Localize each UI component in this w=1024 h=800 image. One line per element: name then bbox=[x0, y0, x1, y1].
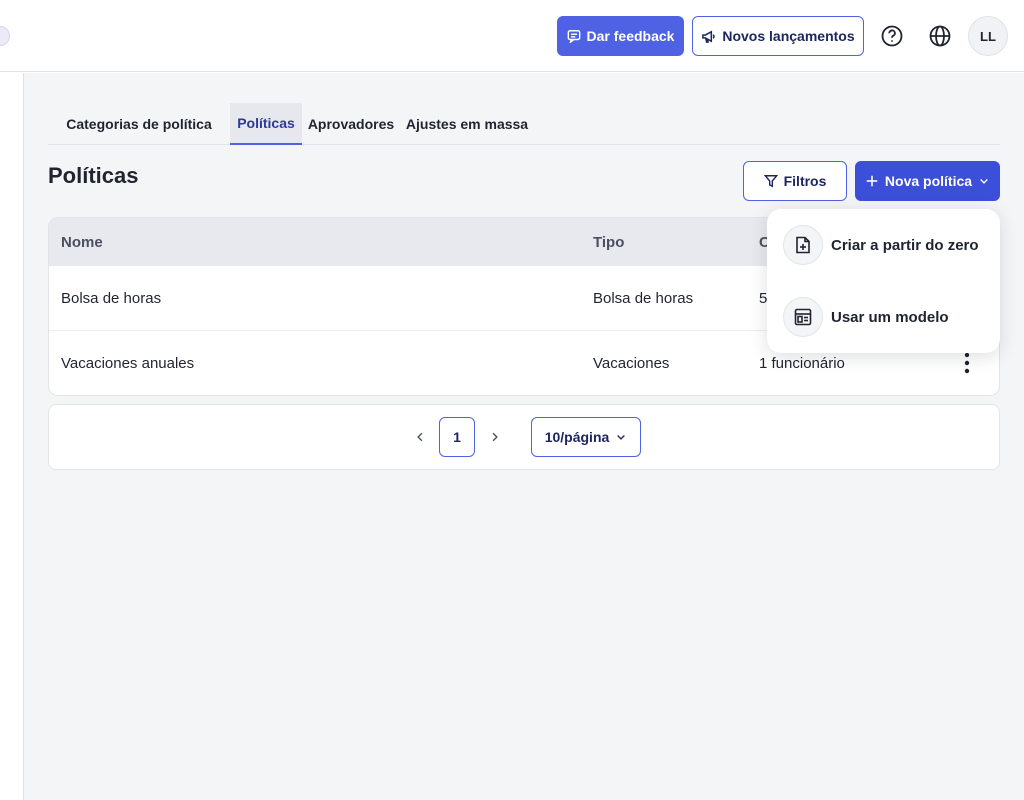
top-bar: Dar feedback Novos lançamentos LL bbox=[0, 0, 1024, 72]
menu-item-label: Criar a partir do zero bbox=[831, 236, 979, 254]
help-button[interactable] bbox=[876, 20, 908, 52]
cell-policy-name: Bolsa de horas bbox=[61, 289, 162, 307]
chevron-right-icon bbox=[492, 432, 498, 442]
tab-bulk-adjustments[interactable]: Ajustes em massa bbox=[400, 103, 534, 145]
template-icon bbox=[783, 297, 823, 337]
page-number-button[interactable]: 1 bbox=[439, 417, 475, 457]
filters-button[interactable]: Filtros bbox=[743, 161, 847, 201]
plus-icon bbox=[866, 175, 878, 187]
menu-item-create-from-scratch[interactable]: Criar a partir do zero bbox=[767, 215, 1000, 275]
filters-button-label: Filtros bbox=[783, 173, 827, 189]
tab-label: Ajustes em massa bbox=[405, 116, 529, 132]
page-title: Políticas bbox=[48, 163, 139, 188]
sidebar bbox=[0, 73, 24, 800]
pagination: 1 10/página bbox=[48, 404, 1000, 470]
question-icon bbox=[881, 25, 903, 47]
new-releases-button-label: Novos lançamentos bbox=[722, 28, 855, 44]
next-page-button[interactable] bbox=[485, 427, 505, 447]
cell-policy-name: Vacaciones anuales bbox=[61, 354, 195, 372]
avatar-initials: LL bbox=[980, 28, 996, 44]
tab-policy-categories[interactable]: Categorias de política bbox=[48, 103, 230, 145]
chevron-left-icon bbox=[417, 432, 423, 442]
column-header-type[interactable]: Tipo bbox=[593, 218, 624, 266]
tab-bar: Categorias de política Políticas Aprovad… bbox=[48, 103, 1000, 145]
tab-label: Categorias de política bbox=[66, 116, 212, 132]
more-vertical-icon bbox=[964, 352, 970, 374]
feedback-button[interactable]: Dar feedback bbox=[557, 16, 684, 56]
feedback-button-label: Dar feedback bbox=[586, 28, 675, 44]
page-size-value: 10/página bbox=[544, 429, 610, 445]
tab-policies[interactable]: Políticas bbox=[230, 103, 302, 145]
tab-label: Políticas bbox=[237, 115, 295, 131]
language-button[interactable] bbox=[924, 20, 956, 52]
chevron-down-icon bbox=[980, 179, 988, 184]
funnel-icon bbox=[763, 175, 778, 188]
new-releases-button[interactable]: Novos lançamentos bbox=[692, 16, 864, 56]
new-policy-button-label: Nova política bbox=[884, 173, 973, 189]
page-size-select[interactable]: 10/página bbox=[531, 417, 641, 457]
menu-item-label: Usar um modelo bbox=[831, 308, 949, 326]
collapsed-menu-toggle[interactable] bbox=[0, 26, 10, 46]
page-number: 1 bbox=[453, 429, 461, 445]
user-avatar[interactable]: LL bbox=[968, 16, 1008, 56]
main-content: Categorias de política Políticas Aprovad… bbox=[24, 73, 1024, 800]
globe-icon bbox=[929, 25, 951, 47]
tab-approvers[interactable]: Aprovadores bbox=[302, 103, 400, 145]
chat-icon bbox=[567, 30, 580, 43]
tab-label: Aprovadores bbox=[307, 116, 395, 132]
megaphone-icon bbox=[702, 30, 715, 43]
file-plus-icon bbox=[783, 225, 823, 265]
cell-policy-type: Bolsa de horas bbox=[593, 289, 694, 307]
new-policy-button[interactable]: Nova política bbox=[855, 161, 1000, 201]
chevron-down-icon bbox=[617, 435, 626, 440]
new-policy-menu: Criar a partir do zero Usar um modelo bbox=[767, 209, 1000, 353]
cell-policy-type: Vacaciones bbox=[593, 354, 670, 372]
menu-item-use-template[interactable]: Usar um modelo bbox=[767, 287, 1000, 347]
prev-page-button[interactable] bbox=[410, 427, 430, 447]
row-actions-button[interactable] bbox=[957, 351, 977, 375]
column-header-name[interactable]: Nome bbox=[61, 218, 103, 266]
